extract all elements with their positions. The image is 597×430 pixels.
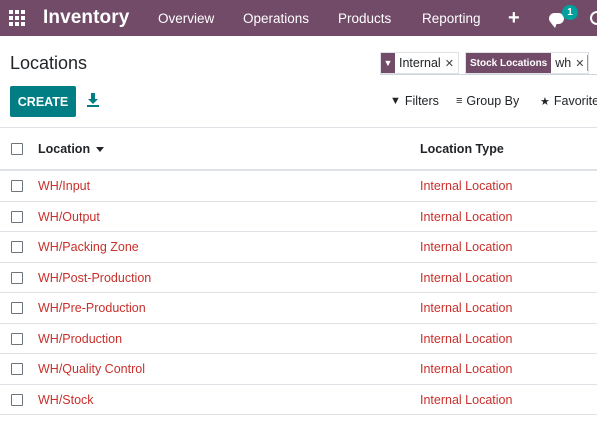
menu-products[interactable]: Products xyxy=(338,0,391,36)
location-cell[interactable]: WH/Production xyxy=(38,332,122,346)
table-row[interactable]: WH/Production Internal Location xyxy=(0,324,597,354)
filters-label: Filters xyxy=(404,94,439,108)
menu-overview[interactable]: Overview xyxy=(158,0,214,36)
location-cell[interactable]: WH/Packing Zone xyxy=(38,240,139,254)
table-row[interactable]: WH/Post-Production Internal Location xyxy=(0,263,597,293)
table-row[interactable]: WH/Quality Control Internal Location xyxy=(0,354,597,385)
table-row[interactable]: WH/Packing Zone Internal Location xyxy=(0,232,597,263)
table-row[interactable]: WH/Input Internal Location xyxy=(0,171,597,202)
column-header-location-type[interactable]: Location Type xyxy=(420,142,504,156)
location-type-cell[interactable]: Internal Location xyxy=(420,301,512,315)
location-cell[interactable]: WH/Pre-Production xyxy=(38,301,146,315)
favorites-button[interactable]: ★ Favorite xyxy=(540,94,597,108)
star-icon: ★ xyxy=(540,95,550,108)
location-type-cell[interactable]: Internal Location xyxy=(420,362,512,376)
row-checkbox[interactable] xyxy=(11,180,23,192)
page-title: Locations xyxy=(10,53,88,73)
caret-down-icon xyxy=(96,147,105,153)
facet-value: wh xyxy=(555,56,572,70)
apps-menu-icon[interactable] xyxy=(9,0,29,36)
location-cell[interactable]: WH/Quality Control xyxy=(38,362,145,376)
favorites-label: Favorite xyxy=(553,94,597,108)
filter-facet-internal: ▼ Internal ✕ xyxy=(380,52,459,74)
table-row[interactable]: WH/Stock Internal Location xyxy=(0,385,597,415)
app-name[interactable]: Inventory xyxy=(43,0,129,36)
select-all-checkbox[interactable] xyxy=(11,143,23,155)
table-body: WH/Input Internal Location WH/Output Intern… xyxy=(0,171,597,415)
row-checkbox[interactable] xyxy=(11,302,23,314)
group-by-button[interactable]: ≡ Group By xyxy=(456,94,519,108)
location-type-cell[interactable]: Internal Location xyxy=(420,332,512,346)
group-by-label: Group By xyxy=(466,94,520,108)
control-panel: Locations ▼ Internal ✕ Stock Locations w… xyxy=(0,36,597,128)
location-type-cell[interactable]: Internal Location xyxy=(420,179,512,193)
location-type-cell[interactable]: Internal Location xyxy=(420,393,512,407)
row-checkbox[interactable] xyxy=(11,241,23,253)
location-cell[interactable]: WH/Stock xyxy=(38,393,94,407)
table-header: Location Location Type xyxy=(0,128,597,171)
create-button[interactable]: CREATE xyxy=(10,86,76,117)
remove-facet-icon[interactable]: ✕ xyxy=(445,53,458,73)
location-type-cell[interactable]: Internal Location xyxy=(420,240,512,254)
table-row[interactable]: WH/Output Internal Location xyxy=(0,202,597,232)
download-icon[interactable] xyxy=(86,92,100,108)
search-facet-stock-locations: Stock Locations wh ✕ xyxy=(465,52,590,74)
chat-badge: 1 xyxy=(562,5,578,20)
row-checkbox[interactable] xyxy=(11,393,23,406)
filter-icon: ▼ xyxy=(381,53,395,73)
facet-label: Stock Locations xyxy=(466,53,552,73)
filters-button[interactable]: ▼ Filters xyxy=(390,94,439,108)
row-checkbox[interactable] xyxy=(11,210,23,223)
menu-reporting[interactable]: Reporting xyxy=(422,0,481,36)
column-header-location[interactable]: Location xyxy=(38,142,105,156)
row-checkbox[interactable] xyxy=(11,332,23,345)
search-input[interactable] xyxy=(587,55,597,71)
location-cell[interactable]: WH/Input xyxy=(38,179,90,193)
top-navbar: Inventory Overview Operations Products R… xyxy=(0,0,597,36)
menu-operations[interactable]: Operations xyxy=(243,0,309,36)
activity-clock-icon[interactable] xyxy=(590,0,597,36)
plus-icon[interactable]: + xyxy=(508,0,520,36)
location-type-cell[interactable]: Internal Location xyxy=(420,271,512,285)
location-type-cell[interactable]: Internal Location xyxy=(420,210,512,224)
row-checkbox[interactable] xyxy=(11,271,23,284)
column-label: Location xyxy=(38,142,91,156)
location-cell[interactable]: WH/Output xyxy=(38,210,100,224)
search-bar[interactable]: ▼ Internal ✕ Stock Locations wh ✕ xyxy=(380,51,597,75)
bars-icon: ≡ xyxy=(456,95,463,107)
row-checkbox[interactable] xyxy=(11,363,23,375)
table-row[interactable]: WH/Pre-Production Internal Location xyxy=(0,293,597,324)
filter-icon: ▼ xyxy=(390,95,401,107)
locations-list: Location Location Type WH/Input Internal … xyxy=(0,128,597,415)
facet-value: Internal xyxy=(399,56,441,70)
location-cell[interactable]: WH/Post-Production xyxy=(38,271,151,285)
